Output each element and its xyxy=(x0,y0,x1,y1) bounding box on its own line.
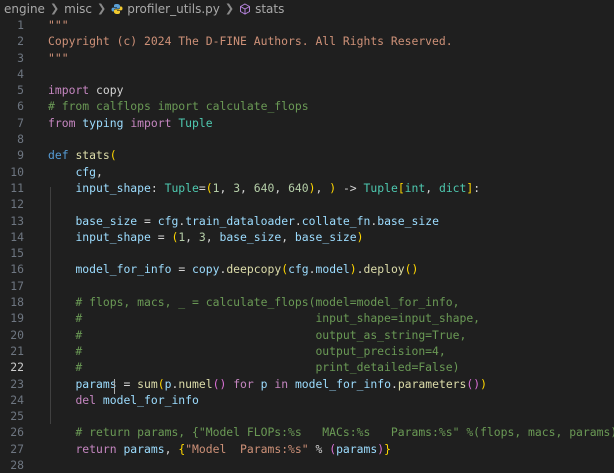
indent-guide xyxy=(50,187,51,424)
code-line[interactable]: 17 xyxy=(0,278,614,294)
line-number: 9 xyxy=(17,148,24,163)
line-number: 11 xyxy=(10,180,24,195)
code-line[interactable]: 25 xyxy=(0,408,614,424)
code-line-current[interactable]: 22 # print_detailed=False) xyxy=(0,359,614,375)
line-number: 27 xyxy=(10,441,24,456)
code-text: # output_as_string=True, xyxy=(48,327,467,342)
line-number: 16 xyxy=(10,262,24,277)
code-text: cfg, xyxy=(75,164,103,179)
code-text: # return params, {"Model FLOPs:%s MACs:%… xyxy=(48,425,614,440)
code-line[interactable]: 6 # from calflops import calculate_flops xyxy=(0,98,614,114)
code-line[interactable]: 2 Copyright (c) 2024 The D-FINE Authors. … xyxy=(0,33,614,49)
code-line[interactable]: 15 xyxy=(0,245,614,261)
code-text: base_size = cfg.train_dataloader.collate… xyxy=(75,213,439,228)
code-line[interactable]: 26 # return params, {"Model FLOPs:%s MAC… xyxy=(0,424,614,440)
code-line[interactable]: 1 """ xyxy=(0,17,614,33)
code-line[interactable]: 28 xyxy=(0,457,614,473)
chevron-right-icon: ❯ xyxy=(224,2,235,15)
code-line[interactable]: 9 def stats( xyxy=(0,147,614,163)
code-line[interactable]: 8 xyxy=(0,131,614,147)
line-number: 4 xyxy=(17,66,24,81)
line-number: 21 xyxy=(10,343,24,358)
breadcrumb-folder-engine[interactable]: engine xyxy=(4,2,45,16)
line-number: 18 xyxy=(10,295,24,310)
code-line[interactable]: 20 # output_as_string=True, xyxy=(0,327,614,343)
code-text: """ xyxy=(48,18,69,32)
code-text: Copyright (c) 2024 The D-FINE Authors. A… xyxy=(48,34,453,49)
code-text: # flops, macs, _ = calculate_flops(model… xyxy=(48,295,460,310)
code-editor[interactable]: 1 """ 2 Copyright (c) 2024 The D-FINE Auth… xyxy=(0,17,614,473)
chevron-right-icon: ❯ xyxy=(97,2,107,15)
code-line[interactable]: 11 input_shape: Tuple=(1, 3, 640, 640), … xyxy=(0,180,614,196)
line-number: 13 xyxy=(10,213,24,228)
code-text: # from calflops import calculate_flops xyxy=(48,99,309,114)
code-line[interactable]: 18 # flops, macs, _ = calculate_flops(mo… xyxy=(0,294,614,310)
chevron-right-icon: ❯ xyxy=(49,2,60,15)
code-text: input_shape = (1, 3, base_size, base_siz… xyxy=(75,229,364,244)
line-number: 24 xyxy=(10,392,24,407)
symbol-method-cube-icon xyxy=(240,2,251,15)
line-number: 22 xyxy=(10,360,24,375)
line-number: 19 xyxy=(10,311,24,326)
line-number: 28 xyxy=(10,458,24,473)
text-cursor xyxy=(114,379,115,394)
code-line[interactable]: 5 import copy xyxy=(0,82,614,98)
line-number: 15 xyxy=(10,246,24,261)
code-line[interactable]: 16 model_for_info = copy.deepcopy(cfg.mo… xyxy=(0,261,614,277)
code-line[interactable]: 21 # output_precision=4, xyxy=(0,343,614,359)
code-line[interactable]: 4 xyxy=(0,66,614,82)
code-text: # output_precision=4, xyxy=(48,343,446,358)
code-text: # print_detailed=False) xyxy=(48,360,460,375)
line-number: 25 xyxy=(10,409,24,424)
breadcrumb: engine ❯ misc ❯ profiler_utils.py ❯ stat… xyxy=(0,0,614,17)
line-number: 26 xyxy=(10,425,24,440)
code-line[interactable]: 19 # input_shape=input_shape, xyxy=(0,310,614,326)
code-text: # input_shape=input_shape, xyxy=(48,311,481,326)
code-line[interactable]: 23 params = sum(p.numel() for p in model… xyxy=(0,376,614,392)
code-line[interactable]: 27 return params, {"Model Params:%s" % (… xyxy=(0,441,614,457)
breadcrumb-folder-misc[interactable]: misc xyxy=(64,2,92,16)
breadcrumb-symbol[interactable]: stats xyxy=(255,2,284,16)
code-text: def stats( xyxy=(48,148,117,163)
code-line[interactable]: 10 cfg, xyxy=(0,164,614,180)
code-text: from typing import Tuple xyxy=(48,115,213,130)
line-number: 1 xyxy=(17,18,24,32)
code-line[interactable]: 13 base_size = cfg.train_dataloader.coll… xyxy=(0,213,614,229)
line-number: 23 xyxy=(10,376,24,391)
code-text: input_shape: Tuple=(1, 3, 640, 640), ) -… xyxy=(75,180,481,195)
code-line[interactable]: 24 del model_for_info xyxy=(0,392,614,408)
line-number: 10 xyxy=(10,164,24,179)
line-number: 6 xyxy=(17,99,24,114)
line-number: 2 xyxy=(17,34,24,49)
code-line[interactable]: 3 """ xyxy=(0,50,614,66)
code-text: """ xyxy=(48,50,69,65)
line-number: 5 xyxy=(17,83,24,98)
code-text: import copy xyxy=(48,83,124,98)
line-number: 17 xyxy=(10,278,24,293)
line-number: 8 xyxy=(17,132,24,147)
code-line[interactable]: 14 input_shape = (1, 3, base_size, base_… xyxy=(0,229,614,245)
code-text: return params, {"Model Params:%s" % (par… xyxy=(75,441,391,456)
code-text: del model_for_info xyxy=(75,392,199,407)
line-number: 3 xyxy=(17,50,24,65)
line-number: 7 xyxy=(17,115,24,130)
python-file-icon xyxy=(111,3,123,14)
line-number: 14 xyxy=(10,229,24,244)
line-number: 12 xyxy=(10,197,24,212)
line-number: 20 xyxy=(10,327,24,342)
breadcrumb-file[interactable]: profiler_utils.py xyxy=(127,2,220,16)
code-text: model_for_info = copy.deepcopy(cfg.model… xyxy=(75,262,419,277)
code-line[interactable]: 12 xyxy=(0,196,614,212)
code-line[interactable]: 7 from typing import Tuple xyxy=(0,115,614,131)
